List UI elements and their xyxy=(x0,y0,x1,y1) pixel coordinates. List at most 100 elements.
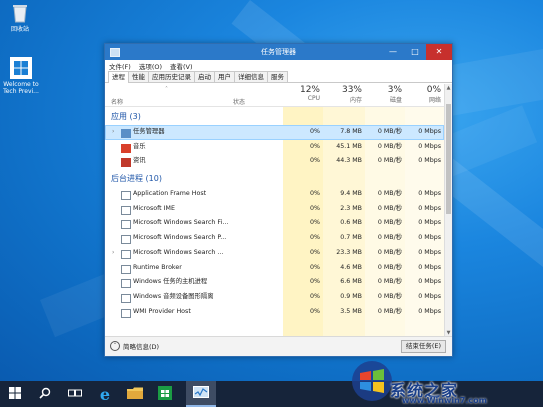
disk-label: 磁盘 xyxy=(389,97,402,104)
process-cpu-value: 0% xyxy=(310,263,320,271)
task-manager-taskbar-button[interactable] xyxy=(186,381,216,407)
process-name: Runtime Broker xyxy=(133,263,182,271)
tab-app-history[interactable]: 应用历史记录 xyxy=(148,71,195,82)
chevron-right-icon[interactable]: › xyxy=(112,125,114,140)
process-row[interactable]: WMI Provider Host 0% 3.5 MB 0 MB/秒 0 Mbps xyxy=(105,305,444,320)
cpu-label: CPU xyxy=(307,95,320,102)
column-header-disk[interactable]: 3% 磁盘 xyxy=(365,85,402,104)
start-button[interactable] xyxy=(0,381,30,407)
process-name: Microsoft Windows Search ... xyxy=(133,248,224,256)
end-task-button[interactable]: 结束任务(E) xyxy=(400,340,446,353)
store-button[interactable] xyxy=(150,381,180,407)
task-view-icon xyxy=(68,388,82,400)
menu-view[interactable]: 查看(V) xyxy=(170,61,193,71)
process-row[interactable]: 音乐 0% 45.1 MB 0 MB/秒 0 Mbps xyxy=(105,140,444,155)
scroll-up-icon[interactable]: ▲ xyxy=(445,85,452,91)
column-header-row: ˄ 名称 状态 12% CPU 33% 内存 3% 磁盘 0% 网络 xyxy=(105,84,444,107)
process-row[interactable]: Runtime Broker 0% 4.6 MB 0 MB/秒 0 Mbps xyxy=(105,261,444,276)
process-row[interactable]: Application Frame Host 0% 9.4 MB 0 MB/秒 0 Mb… xyxy=(105,187,444,202)
process-name: Application Frame Host xyxy=(133,190,207,198)
search-button[interactable] xyxy=(30,381,60,407)
desktop-icon-recycle-bin[interactable]: 回收站 xyxy=(0,2,40,33)
process-cpu-value: 0% xyxy=(310,292,320,300)
process-row[interactable]: Windows 任务的主机进程 0% 6.6 MB 0 MB/秒 0 Mbps xyxy=(105,275,444,290)
tab-startup[interactable]: 启动 xyxy=(194,71,215,82)
chevron-up-icon: ˄ xyxy=(110,341,120,351)
task-manager-window: 任务管理器 — □ ✕ 文件(F) 选项(O) 查看(V) 进程 性能 应用历史… xyxy=(104,43,453,357)
network-total: 0% xyxy=(426,85,441,95)
process-disk-value: 0 MB/秒 xyxy=(377,190,402,198)
windows-logo-icon xyxy=(10,57,32,79)
less-details-button[interactable]: ˄ 简略信息(D) xyxy=(110,341,159,351)
column-header-memory[interactable]: 33% 内存 xyxy=(323,85,362,104)
process-icon xyxy=(121,220,131,230)
process-mem-value: 23.3 MB xyxy=(336,248,362,256)
process-net-value: 0 Mbps xyxy=(418,248,441,256)
vertical-scrollbar[interactable]: ▲ ▼ xyxy=(444,84,452,337)
process-net-value: 0 Mbps xyxy=(418,292,441,300)
process-icon xyxy=(121,143,131,153)
process-cpu-value: 0% xyxy=(310,278,320,286)
process-mem-value: 6.6 MB xyxy=(340,278,362,286)
task-view-button[interactable] xyxy=(60,381,90,407)
group-name: 后台进程 (10) xyxy=(111,174,162,184)
file-explorer-icon xyxy=(127,387,143,401)
process-cpu-value: 0% xyxy=(310,204,320,212)
minimize-button[interactable]: — xyxy=(382,44,404,60)
process-mem-value: 0.7 MB xyxy=(340,234,362,242)
process-cpu-value: 0% xyxy=(310,234,320,242)
menu-options[interactable]: 选项(O) xyxy=(139,61,162,71)
process-row[interactable]: Microsoft Windows Search P... 0% 0.7 MB 0 M… xyxy=(105,231,444,246)
process-net-value: 0 Mbps xyxy=(418,142,441,150)
group-header[interactable]: 应用 (3) xyxy=(105,107,444,125)
process-cpu-value: 0% xyxy=(310,157,320,165)
process-net-value: 0 Mbps xyxy=(418,263,441,271)
process-mem-value: 4.6 MB xyxy=(340,263,362,271)
chevron-right-icon[interactable]: › xyxy=(112,246,114,261)
desktop-icon-welcome[interactable]: Welcome to Tech Previ... xyxy=(1,57,41,95)
process-row[interactable]: Microsoft Windows Search Fi... 0% 0.6 MB 0 … xyxy=(105,216,444,231)
process-disk-value: 0 MB/秒 xyxy=(377,157,402,165)
internet-explorer-button[interactable]: e xyxy=(90,381,120,407)
process-net-value: 0 Mbps xyxy=(418,190,441,198)
scrollbar-thumb[interactable] xyxy=(446,104,451,214)
column-header-name[interactable]: 名称 xyxy=(111,97,123,106)
start-icon xyxy=(9,387,21,401)
group-header[interactable]: 后台进程 (10) xyxy=(105,169,444,187)
process-disk-value: 0 MB/秒 xyxy=(377,142,402,150)
tab-strip: 进程 性能 应用历史记录 启动 用户 详细信息 服务 xyxy=(105,71,452,83)
process-mem-value: 44.3 MB xyxy=(336,157,362,165)
desktop-icon-label: 回收站 xyxy=(10,26,29,33)
process-disk-value: 0 MB/秒 xyxy=(377,292,402,300)
process-mem-value: 3.5 MB xyxy=(340,307,362,315)
process-row[interactable]: Windows 音频设备图形隔离 0% 0.9 MB 0 MB/秒 0 Mbps xyxy=(105,290,444,305)
tab-processes[interactable]: 进程 xyxy=(108,71,129,83)
process-icon xyxy=(121,308,131,318)
tab-users[interactable]: 用户 xyxy=(214,71,235,82)
process-row[interactable]: Microsoft IME 0% 2.3 MB 0 MB/秒 0 Mbps xyxy=(105,202,444,217)
tab-performance[interactable]: 性能 xyxy=(128,71,149,82)
title-bar[interactable]: 任务管理器 — □ ✕ xyxy=(105,44,452,60)
file-explorer-button[interactable] xyxy=(120,381,150,407)
maximize-button[interactable]: □ xyxy=(404,44,426,60)
process-table: ˄ 名称 状态 12% CPU 33% 内存 3% 磁盘 0% 网络 应用 (3… xyxy=(105,84,444,337)
close-button[interactable]: ✕ xyxy=(426,44,452,60)
tab-details[interactable]: 详细信息 xyxy=(234,71,268,82)
memory-total: 33% xyxy=(341,85,362,95)
column-header-status[interactable]: 状态 xyxy=(233,97,245,106)
process-disk-value: 0 MB/秒 xyxy=(377,278,402,286)
network-label: 网络 xyxy=(428,97,441,104)
process-icon xyxy=(121,129,131,138)
menu-file[interactable]: 文件(F) xyxy=(109,61,131,71)
watermark-url: www.Winwin7.com xyxy=(402,396,487,405)
process-row[interactable]: 资讯 0% 44.3 MB 0 MB/秒 0 Mbps xyxy=(105,154,444,169)
internet-explorer-icon: e xyxy=(99,384,111,404)
process-disk-value: 0 MB/秒 xyxy=(377,128,402,135)
tab-services[interactable]: 服务 xyxy=(267,71,288,82)
column-header-network[interactable]: 0% 网络 xyxy=(405,85,441,104)
column-header-cpu[interactable]: 12% CPU xyxy=(283,85,320,102)
process-net-value: 0 Mbps xyxy=(418,307,441,315)
process-icon xyxy=(121,249,131,259)
process-row[interactable]: › 任务管理器 0% 7.8 MB 0 MB/秒 0 Mbps xyxy=(105,125,444,140)
process-row[interactable]: › Microsoft Windows Search ... 0% 23.3 MB 0 … xyxy=(105,246,444,261)
